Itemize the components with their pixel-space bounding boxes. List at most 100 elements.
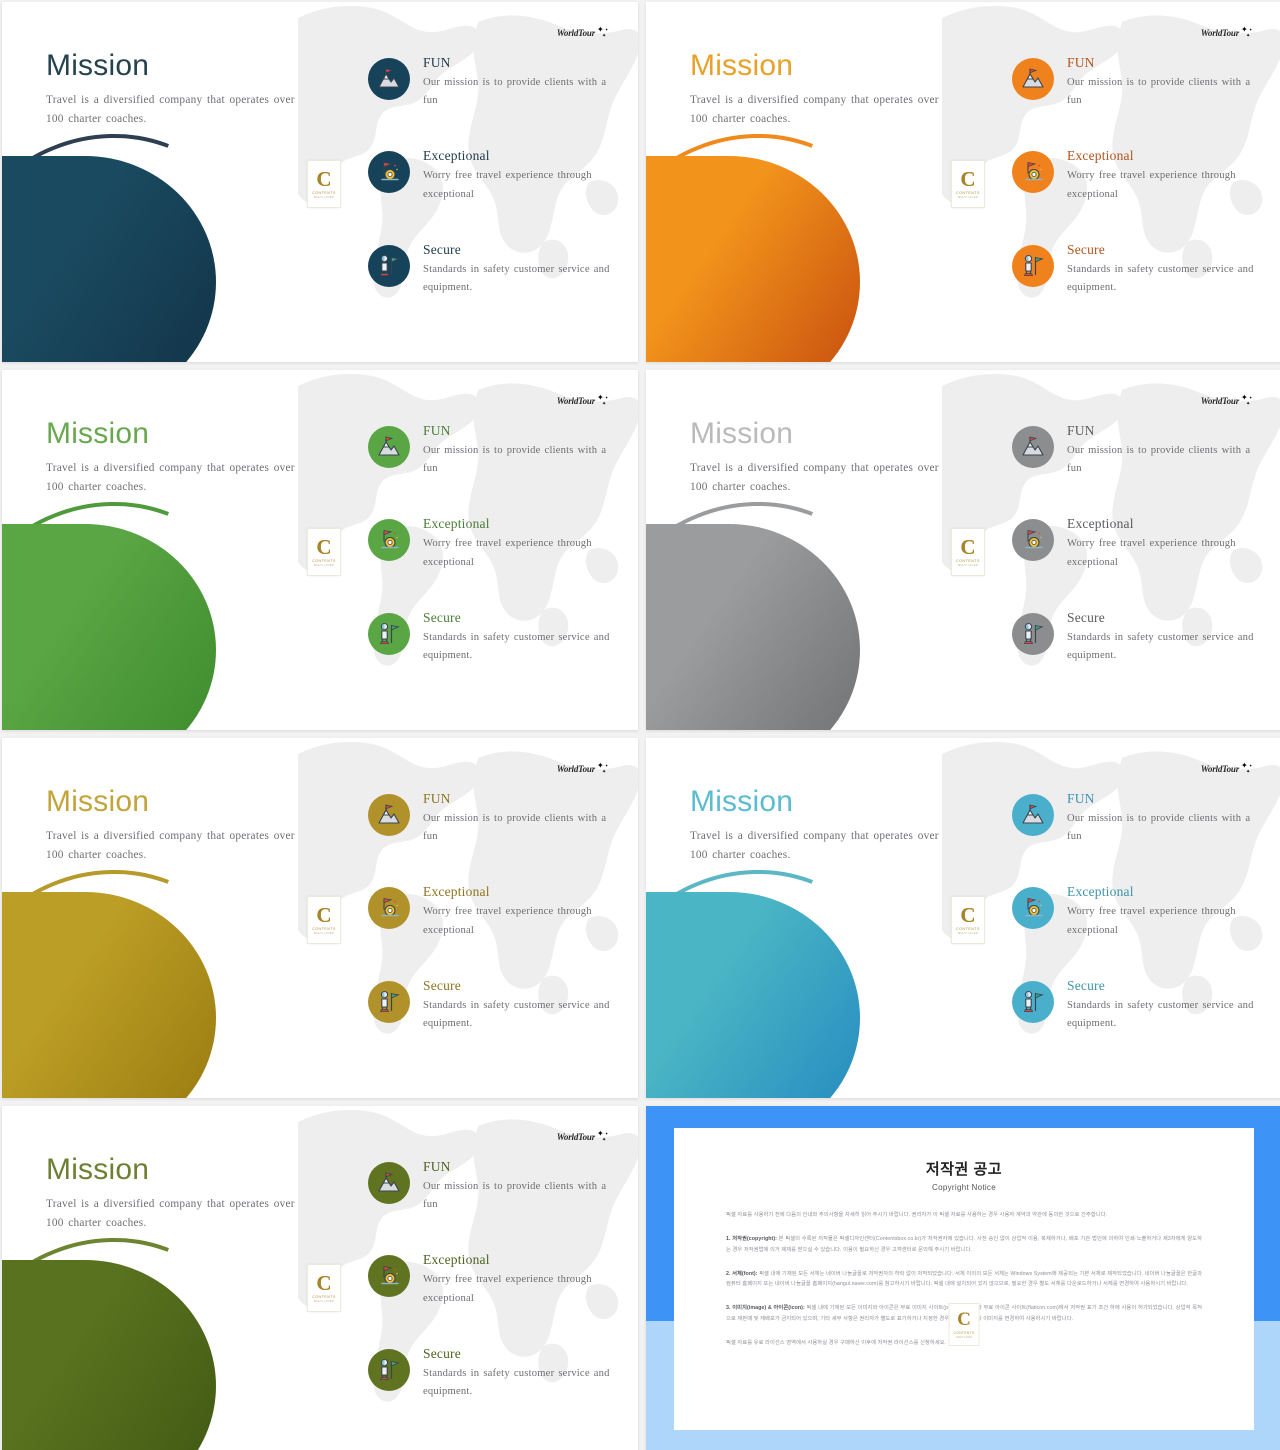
contents-badge[interactable]: C CONTENTS MULTI LAYER bbox=[951, 160, 985, 208]
sparkle-icon-b: ✦ bbox=[605, 395, 609, 400]
feature-item-fun[interactable]: FUN Our mission is to provide clients wi… bbox=[1012, 422, 1264, 478]
sparkle-icon-c: ✦ bbox=[602, 1137, 607, 1143]
feature-list: FUN Our mission is to provide clients wi… bbox=[1012, 790, 1264, 1033]
badge-letter: C bbox=[960, 902, 976, 927]
feature-desc: Worry free travel experience through exc… bbox=[1067, 170, 1236, 200]
feature-list: FUN Our mission is to provide clients wi… bbox=[368, 54, 620, 297]
feature-desc: Worry free travel experience through exc… bbox=[423, 170, 592, 200]
badge-letter: C bbox=[316, 1270, 332, 1295]
mission-slide-olive[interactable]: WorldTour ✦ ✦ ✦ Mission Travel is a dive… bbox=[2, 1106, 638, 1450]
feature-title: FUN bbox=[423, 55, 451, 70]
feature-item-exceptional[interactable]: Exceptional Worry free travel experience… bbox=[368, 1251, 620, 1307]
copyright-notice-slide[interactable]: 저작권 공고 Copyright Notice 픽셀 자료를 사용하기 전에 다… bbox=[646, 1106, 1280, 1450]
feature-item-exceptional[interactable]: Exceptional Worry free travel experience… bbox=[368, 147, 620, 203]
feature-item-secure[interactable]: Secure Standards in safety customer serv… bbox=[368, 241, 620, 297]
page-title: Mission bbox=[690, 417, 794, 450]
contents-badge[interactable]: C CONTENTS MULTI LAYER bbox=[307, 1264, 341, 1312]
slide-headline: Mission Travel is a diversified company … bbox=[690, 418, 950, 497]
badge-letter: C bbox=[960, 166, 976, 191]
contents-badge[interactable]: C CONTENTS MULTI LAYER bbox=[307, 160, 341, 208]
feature-item-secure[interactable]: Secure Standards in safety customer serv… bbox=[1012, 609, 1264, 665]
feature-desc: Worry free travel experience through exc… bbox=[1067, 906, 1236, 936]
mission-slide-gold[interactable]: WorldTour ✦ ✦ ✦ Mission Travel is a dive… bbox=[2, 738, 638, 1098]
sparkle-icon-b: ✦ bbox=[605, 27, 609, 32]
mission-slide-orange[interactable]: WorldTour ✦ ✦ ✦ Mission Travel is a dive… bbox=[646, 2, 1280, 362]
feature-title: Exceptional bbox=[1067, 884, 1134, 900]
logo-sparkles: ✦ ✦ ✦ bbox=[596, 1130, 612, 1144]
feature-title: Secure bbox=[423, 1345, 461, 1361]
logo-wordmark: WorldTour bbox=[556, 1132, 595, 1142]
feature-list: FUN Our mission is to provide clients wi… bbox=[368, 1158, 620, 1401]
feature-item-fun[interactable]: FUN Our mission is to provide clients wi… bbox=[1012, 54, 1264, 110]
mission-slide-gray[interactable]: WorldTour ✦ ✦ ✦ Mission Travel is a dive… bbox=[646, 370, 1280, 730]
feature-list: FUN Our mission is to provide clients wi… bbox=[1012, 422, 1264, 665]
person-flag-icon bbox=[1012, 612, 1054, 655]
badge-line2: MULTI LAYER bbox=[958, 195, 978, 199]
feature-desc: Standards in safety customer service and… bbox=[423, 631, 610, 662]
feature-title: FUN bbox=[1067, 55, 1095, 70]
page-title: Mission bbox=[690, 785, 794, 818]
feature-item-secure[interactable]: Secure Standards in safety customer serv… bbox=[1012, 977, 1264, 1033]
feature-title: Secure bbox=[423, 609, 461, 625]
feature-item-exceptional[interactable]: Exceptional Worry free travel experience… bbox=[368, 883, 620, 939]
mission-slide-green[interactable]: WorldTour ✦ ✦ ✦ Mission Travel is a dive… bbox=[2, 370, 638, 730]
feature-title: Exceptional bbox=[423, 884, 490, 900]
badge-line1: CONTENTS bbox=[956, 926, 980, 931]
logo-wordmark: WorldTour bbox=[556, 396, 595, 406]
feature-item-exceptional[interactable]: Exceptional Worry free travel experience… bbox=[1012, 883, 1264, 939]
sparkle-icon-c: ✦ bbox=[602, 401, 607, 407]
feature-title: FUN bbox=[423, 423, 451, 438]
feature-title: Exceptional bbox=[1067, 148, 1134, 164]
logo-sparkles: ✦ ✦ ✦ bbox=[596, 762, 612, 776]
badge-letter: C bbox=[316, 902, 332, 927]
badge-letter: C bbox=[960, 534, 976, 559]
decorative-blob bbox=[646, 825, 939, 1098]
feature-item-secure[interactable]: Secure Standards in safety customer serv… bbox=[368, 1345, 620, 1401]
feature-title: Exceptional bbox=[423, 516, 490, 532]
badge-line1: CONTENTS bbox=[312, 926, 336, 931]
feature-item-secure[interactable]: Secure Standards in safety customer serv… bbox=[1012, 241, 1264, 297]
feature-item-exceptional[interactable]: Exceptional Worry free travel experience… bbox=[368, 515, 620, 571]
slide-headline: Mission Travel is a diversified company … bbox=[46, 786, 306, 865]
badge-letter: C bbox=[957, 1308, 971, 1330]
contents-badge[interactable]: C CONTENTS MULTI LAYER bbox=[951, 896, 985, 944]
page-subtitle: Travel is a diversified company that ope… bbox=[690, 461, 939, 493]
page-title: Mission bbox=[46, 49, 150, 82]
worldtour-logo: WorldTour ✦ ✦ ✦ bbox=[557, 26, 612, 40]
decorative-blob bbox=[2, 1193, 295, 1450]
medal-flag-icon bbox=[1012, 887, 1054, 930]
feature-title: Exceptional bbox=[423, 1252, 490, 1268]
feature-item-fun[interactable]: FUN Our mission is to provide clients wi… bbox=[368, 1158, 620, 1214]
contents-badge[interactable]: C CONTENTS MULTI LAYER bbox=[951, 528, 985, 576]
feature-list: FUN Our mission is to provide clients wi… bbox=[368, 422, 620, 665]
copyright-subtitle: Copyright Notice bbox=[932, 1183, 996, 1192]
mission-slide-navy[interactable]: WorldTour ✦ ✦ ✦ Mission Travel is a dive… bbox=[2, 2, 638, 362]
mountain-flag-icon bbox=[368, 58, 410, 100]
badge-line2: MULTI LAYER bbox=[314, 931, 334, 935]
contents-badge[interactable]: C CONTENTS MULTI LAYER bbox=[948, 1303, 980, 1346]
contents-badge[interactable]: C CONTENTS MULTI LAYER bbox=[307, 896, 341, 944]
decorative-blob bbox=[2, 89, 295, 362]
mountain-flag-icon bbox=[1012, 58, 1054, 100]
feature-item-secure[interactable]: Secure Standards in safety customer serv… bbox=[368, 609, 620, 665]
page-subtitle: Travel is a diversified company that ope… bbox=[46, 829, 295, 861]
page-title: Mission bbox=[46, 417, 150, 450]
mission-slide-teal[interactable]: WorldTour ✦ ✦ ✦ Mission Travel is a dive… bbox=[646, 738, 1280, 1098]
person-flag-icon bbox=[1012, 980, 1054, 1023]
contents-badge[interactable]: C CONTENTS MULTI LAYER bbox=[307, 528, 341, 576]
page-title: Mission bbox=[46, 785, 150, 818]
feature-item-exceptional[interactable]: Exceptional Worry free travel experience… bbox=[1012, 147, 1264, 203]
mountain-flag-icon bbox=[1012, 794, 1054, 836]
feature-item-fun[interactable]: FUN Our mission is to provide clients wi… bbox=[368, 422, 620, 478]
slide-headline: Mission Travel is a diversified company … bbox=[690, 786, 950, 865]
badge-line2: MULTI LAYER bbox=[956, 1335, 972, 1339]
feature-item-fun[interactable]: FUN Our mission is to provide clients wi… bbox=[368, 54, 620, 110]
mountain-flag-icon bbox=[368, 1162, 410, 1204]
feature-item-fun[interactable]: FUN Our mission is to provide clients wi… bbox=[368, 790, 620, 846]
logo-wordmark: WorldTour bbox=[556, 764, 595, 774]
page-title: Mission bbox=[690, 49, 794, 82]
feature-item-exceptional[interactable]: Exceptional Worry free travel experience… bbox=[1012, 515, 1264, 571]
feature-item-secure[interactable]: Secure Standards in safety customer serv… bbox=[368, 977, 620, 1033]
feature-desc: Standards in safety customer service and… bbox=[423, 1367, 610, 1398]
feature-item-fun[interactable]: FUN Our mission is to provide clients wi… bbox=[1012, 790, 1264, 846]
